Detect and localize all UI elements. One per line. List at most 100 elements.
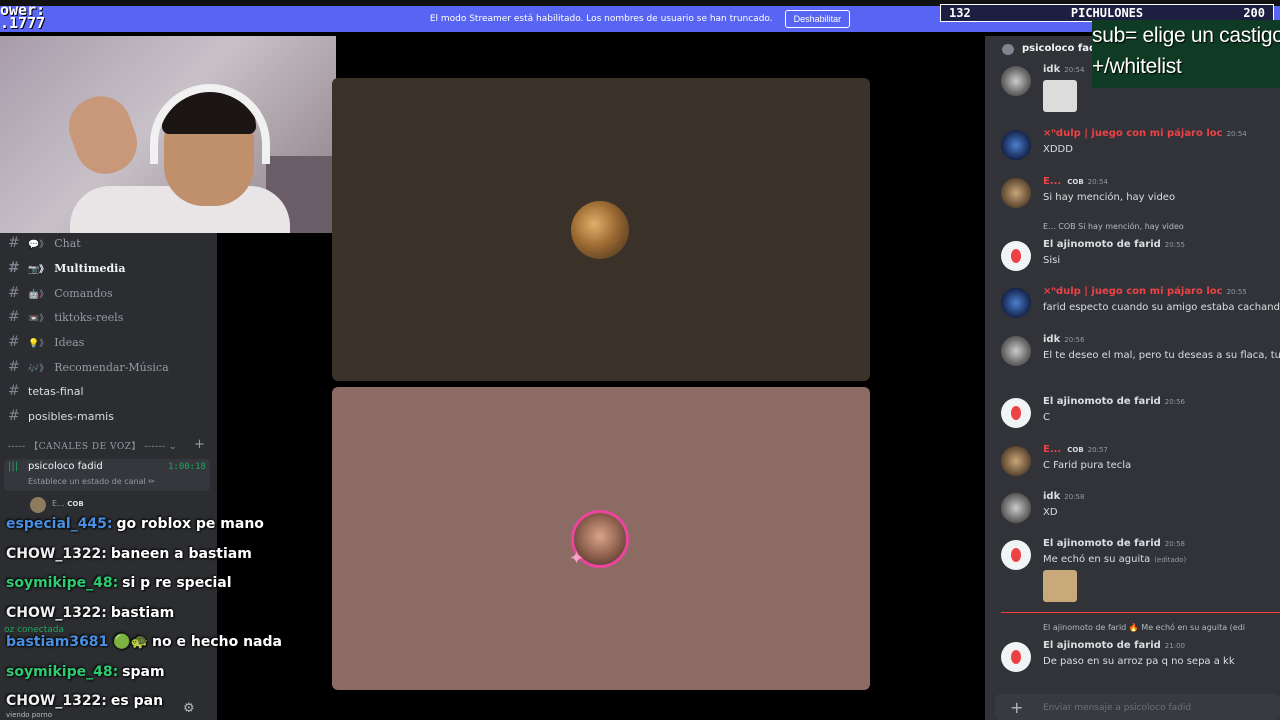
channel-item[interactable]: # 🎶》 Recomendar-Música <box>8 357 169 377</box>
message-author[interactable]: idk 20:56 <box>1043 334 1084 345</box>
channel-emoji: 📼》 <box>28 313 49 324</box>
channel-emoji: 💬》 <box>28 239 49 250</box>
voice-member-name[interactable]: E... COB <box>52 499 84 508</box>
user-avatar[interactable] <box>1001 446 1031 476</box>
message-text: C Farid pura tecla <box>1043 460 1131 471</box>
message-author[interactable]: El ajinomoto de farid 20:55 <box>1043 239 1185 250</box>
user-avatar[interactable] <box>1001 398 1031 428</box>
voice-channel-time: 1:00:18 <box>168 462 206 472</box>
stream-chat-line: CHOW_1322: es pan <box>6 693 326 720</box>
user-avatar[interactable] <box>1001 336 1031 366</box>
channel-item[interactable]: # 🤖》 Comandos <box>8 283 113 303</box>
webcam-feed <box>0 36 336 233</box>
message-author[interactable]: E... COB 20:54 <box>1043 176 1108 187</box>
chat-message: bastiam <box>110 604 175 621</box>
message-timestamp: 20:54 <box>1064 66 1085 74</box>
image-attachment[interactable] <box>1043 570 1077 602</box>
message-author[interactable]: El ajinomoto de farid 21:00 <box>1043 640 1185 651</box>
message-author[interactable]: El ajinomoto de farid 20:58 <box>1043 538 1185 549</box>
user-avatar[interactable] <box>1001 493 1031 523</box>
channel-item[interactable]: # 📼》 tiktoks-reels <box>8 307 123 327</box>
power-overlay: ower: .1777 <box>0 3 45 31</box>
message-input-placeholder[interactable]: Enviar mensaje a psicoloco fadid <box>1043 703 1191 713</box>
author-name: ×ⁿdulp | juego con mi pájaro loc <box>1043 128 1223 139</box>
edited-label: (editado) <box>1154 556 1187 564</box>
user-avatar[interactable] <box>1001 241 1031 271</box>
message-text: Si hay mención, hay video <box>1043 192 1175 203</box>
counter-goal: 200 <box>1243 6 1265 20</box>
message-text: De paso en su arroz pa q no sepa a kk <box>1043 656 1235 667</box>
hash-icon: # <box>8 359 20 375</box>
message-author[interactable]: ×ⁿdulp | juego con mi pájaro loc 20:55 <box>1043 286 1247 297</box>
user-avatar[interactable] <box>1001 178 1031 208</box>
channel-emoji: 🎶》 <box>28 363 49 374</box>
stream-chat-line: soymikipe_48: si p re special <box>6 575 326 605</box>
message-author[interactable]: ×ⁿdulp | juego con mi pájaro loc 20:54 <box>1043 128 1247 139</box>
voice-channel-status[interactable]: Establece un estado de canal ✏ <box>28 477 155 486</box>
cob-badge: COB <box>1067 178 1084 186</box>
chat-username: especial_445: <box>6 516 113 532</box>
reply-preview[interactable]: E... COB Si hay mención, hay video <box>1043 222 1184 231</box>
message-body: XD <box>1043 507 1058 518</box>
channel-label: Chat <box>54 236 81 250</box>
chat-message: go roblox pe mano <box>116 516 264 532</box>
voice-channels-header[interactable]: ----- 【CANALES DE VOZ】 ------ ⌄ <box>8 439 208 452</box>
hash-icon: # <box>8 285 20 301</box>
sub-overlay-text: sub= elige un castigo +/whitelist <box>1092 20 1280 82</box>
author-name: idk <box>1043 334 1061 345</box>
message-body: C Farid pura tecla <box>1043 460 1132 471</box>
banner-text: El modo Streamer está habilitado. Los no… <box>429 14 773 24</box>
author-name: El ajinomoto de farid <box>1043 396 1161 407</box>
user-avatar[interactable] <box>1001 130 1031 160</box>
sub-line-1: sub= elige un castigo <box>1092 24 1280 47</box>
chat-username: CHOW_1322: <box>6 693 107 709</box>
message-author[interactable]: El ajinomoto de farid 20:56 <box>1043 396 1185 407</box>
channel-label: posibles-mamis <box>28 409 114 423</box>
voice-member-avatar[interactable] <box>30 497 46 513</box>
message-text: El te deseo el mal, pero tu deseas a su … <box>1043 350 1280 361</box>
channel-item[interactable]: # posibles-mamis <box>8 406 114 426</box>
message-text: XD <box>1043 507 1058 518</box>
message-body: Me echó en su aguita <box>1043 554 1151 565</box>
message-text: Sisi <box>1043 255 1060 266</box>
disable-streamer-mode-button[interactable]: Deshabilitar <box>784 10 851 28</box>
channel-item[interactable]: # 💡》 Ideas <box>8 332 84 352</box>
channel-emoji: 🤖》 <box>28 289 49 300</box>
message-body: De paso en su arroz pa q no sepa a kk <box>1043 656 1235 667</box>
message-author[interactable]: idk 20:54 <box>1043 64 1084 75</box>
message-text: farid especto cuando su amigo estaba cac… <box>1043 302 1280 313</box>
channel-item[interactable]: # tetas-final <box>8 381 84 401</box>
author-name: El ajinomoto de farid <box>1043 538 1161 549</box>
hash-icon: # <box>8 309 20 325</box>
chat-username: CHOW_1322: <box>6 545 107 562</box>
message-timestamp: 20:58 <box>1164 540 1185 548</box>
add-attachment-icon[interactable]: + <box>1010 698 1023 717</box>
message-timestamp: 20:54 <box>1226 130 1247 138</box>
channel-item[interactable]: # 📷》 Multimedia <box>8 258 125 278</box>
message-body: Sisi <box>1043 255 1061 266</box>
message-author[interactable]: idk 20:58 <box>1043 491 1084 502</box>
voice-member-label: E... <box>52 499 65 508</box>
message-body: C <box>1043 412 1050 423</box>
new-messages-divider <box>1001 612 1280 613</box>
channel-item[interactable]: # 💬》 Chat <box>8 233 81 253</box>
author-name: E... <box>1043 176 1062 187</box>
user-avatar[interactable] <box>1001 540 1031 570</box>
chat-username: bastiam3681 🟢🐢 <box>6 634 149 650</box>
user-avatar[interactable] <box>1001 66 1031 96</box>
stream-chat-overlay: especial_445: go roblox pe mano CHOW_1322:… <box>6 516 326 720</box>
message-timestamp: 20:55 <box>1164 241 1185 249</box>
user-avatar[interactable] <box>1001 642 1031 672</box>
image-attachment[interactable] <box>1043 80 1077 112</box>
author-name: El ajinomoto de farid <box>1043 239 1161 250</box>
channel-emoji: 📷》 <box>28 264 49 275</box>
chat-message: spam <box>122 663 165 680</box>
reply-preview[interactable]: El ajinomoto de farid 🔥 Me echó en su ag… <box>1043 623 1245 632</box>
add-voice-channel-icon[interactable]: + <box>194 437 205 452</box>
channel-label: tetas-final <box>28 384 84 398</box>
voice-channel-name[interactable]: psicoloco fadid <box>28 461 103 472</box>
user-avatar[interactable] <box>1001 288 1031 318</box>
hash-icon: # <box>8 260 20 276</box>
message-timestamp: 20:56 <box>1164 398 1185 406</box>
message-author[interactable]: E... COB 20:57 <box>1043 444 1108 455</box>
